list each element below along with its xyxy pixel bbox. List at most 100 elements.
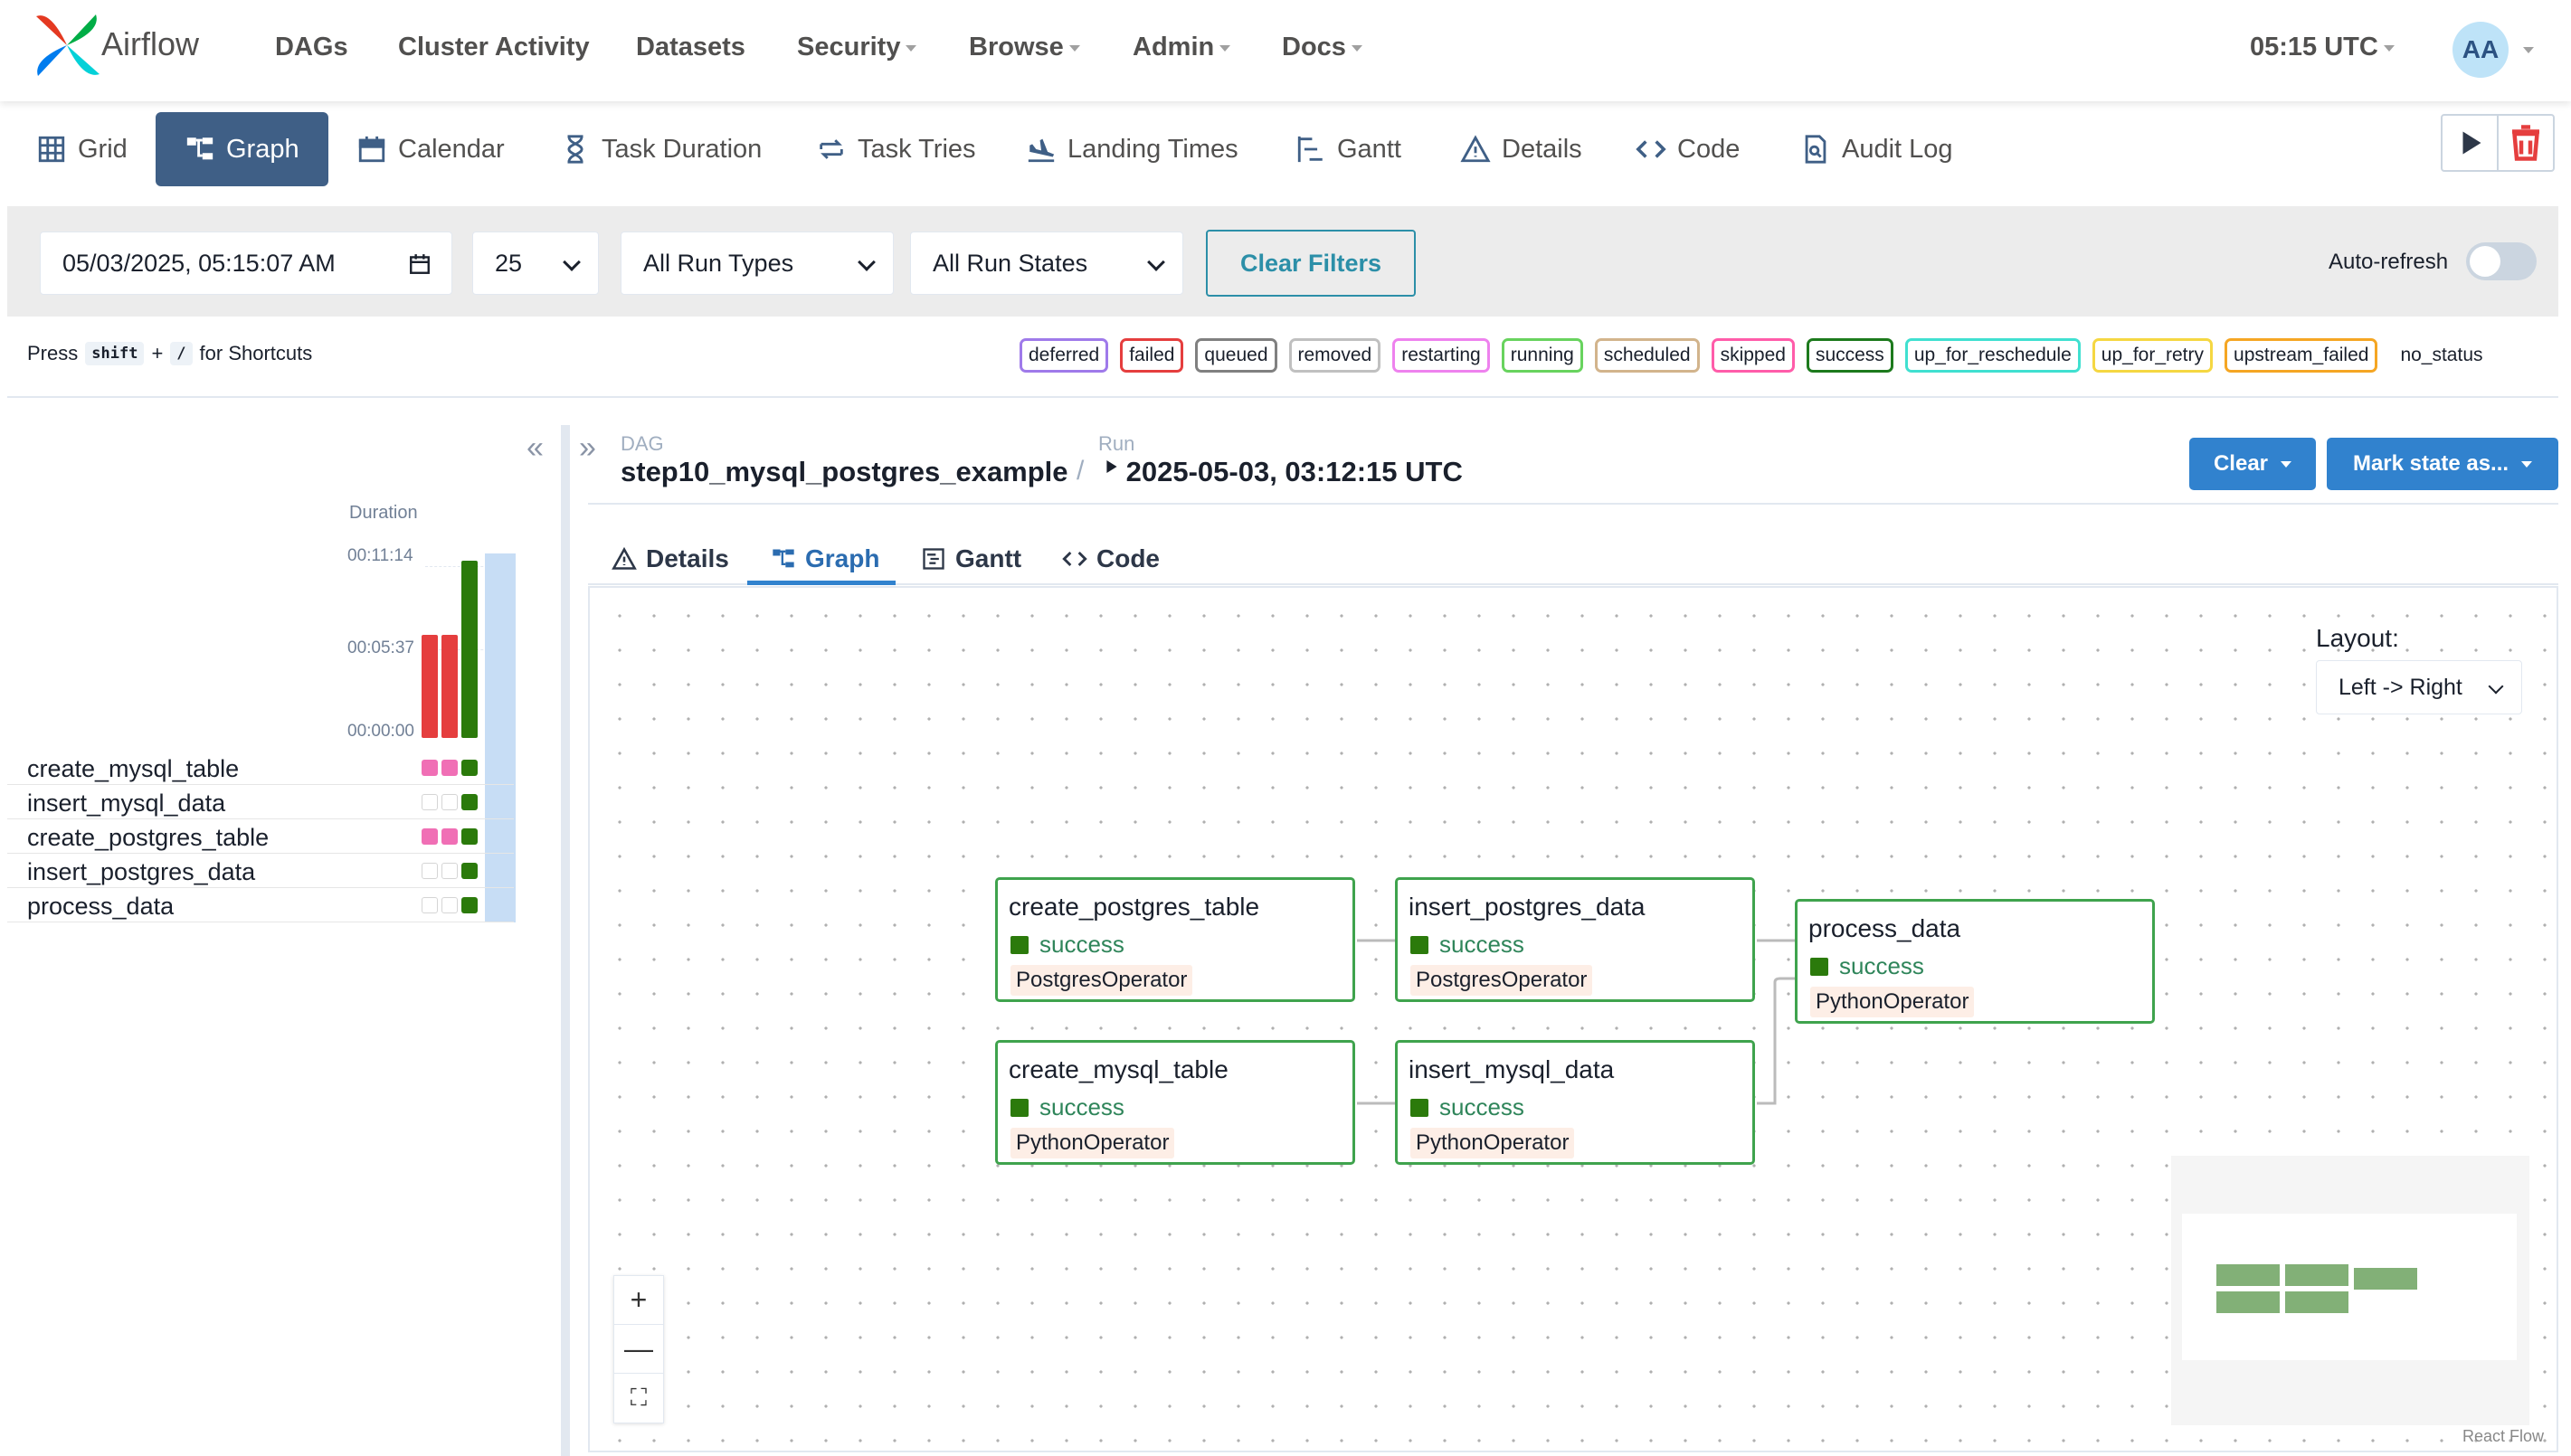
legend-up-for-reschedule[interactable]: up_for_reschedule <box>1904 338 2081 373</box>
task-node-process-data[interactable]: process_data success PythonOperator <box>1795 899 2155 1024</box>
clear-button[interactable]: Clear <box>2189 438 2316 490</box>
task-node-insert-mysql-data[interactable]: insert_mysql_data success PythonOperator <box>1395 1040 1755 1165</box>
graph-canvas[interactable]: Layout: Left -> Right create_postgres_ta… <box>588 586 2558 1452</box>
legend-failed[interactable]: failed <box>1120 338 1184 373</box>
task-instance-cell[interactable] <box>441 828 458 845</box>
task-row-name[interactable]: insert_postgres_data <box>27 858 255 886</box>
task-instance-cell[interactable] <box>461 794 478 810</box>
task-instance-cell[interactable] <box>461 863 478 879</box>
num-runs-value: 25 <box>495 249 523 277</box>
breadcrumb-dag-id[interactable]: step10_mysql_postgres_example <box>621 456 1068 488</box>
task-instance-cell[interactable] <box>461 760 478 776</box>
tab-audit-log[interactable]: Audit Log <box>1788 112 1966 186</box>
task-row[interactable]: insert_postgres_data <box>7 854 514 888</box>
task-instance-cell[interactable] <box>441 794 458 810</box>
task-instance-cell[interactable] <box>422 897 438 913</box>
zoom-in-button[interactable]: + <box>614 1276 663 1325</box>
react-flow-attribution[interactable]: React Flow <box>2462 1427 2544 1446</box>
utc-clock[interactable]: 05:15 UTC <box>2250 33 2395 62</box>
subtab-code[interactable]: Code <box>1062 532 1160 586</box>
legend-scheduled[interactable]: scheduled <box>1594 338 1700 373</box>
subtab-graph[interactable]: Graph <box>771 532 879 586</box>
expand-panel-icon[interactable]: » <box>579 430 596 466</box>
legend-queued[interactable]: queued <box>1195 338 1277 373</box>
task-instance-cell[interactable] <box>441 760 458 776</box>
legend-upstream-failed[interactable]: upstream_failed <box>2225 338 2378 373</box>
play-icon <box>2462 131 2481 155</box>
task-instance-cell[interactable] <box>422 760 438 776</box>
task-row-name[interactable]: insert_mysql_data <box>27 789 225 818</box>
subtab-label: Graph <box>805 544 880 572</box>
nav-admin[interactable]: Admin <box>1133 33 1231 62</box>
run-state-select[interactable]: All Run States <box>910 232 1183 295</box>
tab-gantt[interactable]: Gantt <box>1283 112 1414 186</box>
breadcrumb-run-id[interactable]: 2025-05-03, 03:12:15 UTC <box>1105 456 1463 488</box>
trigger-dag-button[interactable] <box>2441 114 2499 172</box>
task-instance-cell[interactable] <box>441 863 458 879</box>
mark-state-button[interactable]: Mark state as... <box>2327 438 2558 490</box>
brand-name[interactable]: Airflow <box>101 25 199 63</box>
task-row[interactable]: create_mysql_table <box>7 751 514 785</box>
tab-calendar[interactable]: Calendar <box>344 112 517 186</box>
task-row-name[interactable]: create_mysql_table <box>27 755 239 783</box>
num-runs-select[interactable]: 25 <box>472 232 599 295</box>
duration-tick: 00:05:37 <box>347 638 414 657</box>
legend-restarting[interactable]: restarting <box>1392 338 1490 373</box>
task-instance-cell[interactable] <box>461 897 478 913</box>
nav-security[interactable]: Security <box>797 33 917 62</box>
collapse-grid-icon[interactable]: « <box>527 430 544 466</box>
run-duration-bar[interactable] <box>422 635 438 738</box>
task-instance-cell[interactable] <box>422 863 438 879</box>
nav-docs[interactable]: Docs <box>1282 33 1362 62</box>
nav-datasets[interactable]: Datasets <box>636 33 745 62</box>
task-instance-cell[interactable] <box>461 828 478 845</box>
task-row[interactable]: create_postgres_table <box>7 819 514 854</box>
legend-success[interactable]: success <box>1806 338 1893 373</box>
delete-dag-button[interactable] <box>2497 114 2555 172</box>
task-row[interactable]: insert_mysql_data <box>7 785 514 819</box>
tab-task-tries[interactable]: Task Tries <box>803 112 989 186</box>
clear-filters-button[interactable]: Clear Filters <box>1206 230 1416 297</box>
airflow-logo-icon[interactable] <box>31 9 103 81</box>
tab-label: Gantt <box>1337 134 1401 164</box>
task-node-create-postgres-table[interactable]: create_postgres_table success PostgresOp… <box>995 877 1355 1002</box>
tab-grid[interactable]: Grid <box>24 112 140 186</box>
nav-browse[interactable]: Browse <box>969 33 1080 62</box>
user-avatar[interactable]: AA <box>2452 22 2509 78</box>
panel-resizer[interactable] <box>561 425 570 1456</box>
run-duration-bar[interactable] <box>441 635 458 738</box>
legend-removed[interactable]: removed <box>1288 338 1381 373</box>
task-instance-cell[interactable] <box>422 828 438 845</box>
graph-minimap[interactable] <box>2171 1156 2529 1425</box>
legend-deferred[interactable]: deferred <box>1020 338 1109 373</box>
run-type-select[interactable]: All Run Types <box>621 232 894 295</box>
calendar-icon[interactable] <box>408 252 432 276</box>
auto-refresh-toggle[interactable] <box>2466 242 2537 280</box>
legend-skipped[interactable]: skipped <box>1711 338 1795 373</box>
run-duration-bar[interactable] <box>461 561 478 738</box>
subtab-gantt[interactable]: Gantt <box>921 532 1021 586</box>
task-row[interactable]: process_data <box>7 888 514 922</box>
task-node-create-mysql-table[interactable]: create_mysql_table success PythonOperato… <box>995 1040 1355 1165</box>
subtab-details[interactable]: Details <box>612 532 729 586</box>
tab-graph[interactable]: Graph <box>156 112 328 186</box>
state-square <box>1010 935 1029 954</box>
nav-cluster-activity[interactable]: Cluster Activity <box>398 33 590 62</box>
legend-running[interactable]: running <box>1501 338 1583 373</box>
tab-task-duration[interactable]: Task Duration <box>547 112 774 186</box>
tab-details[interactable]: Details <box>1447 112 1595 186</box>
layout-select[interactable]: Left -> Right <box>2316 660 2522 714</box>
task-node-insert-postgres-data[interactable]: insert_postgres_data success PostgresOpe… <box>1395 877 1755 1002</box>
legend-up-for-retry[interactable]: up_for_retry <box>2092 338 2214 373</box>
legend-no-status[interactable]: no_status <box>2389 341 2482 370</box>
tab-landing-times[interactable]: Landing Times <box>1013 112 1251 186</box>
fit-view-button[interactable]: ⛶ <box>614 1374 663 1423</box>
task-instance-cell[interactable] <box>441 897 458 913</box>
task-instance-cell[interactable] <box>422 794 438 810</box>
nav-dags[interactable]: DAGs <box>275 33 348 62</box>
tab-code[interactable]: Code <box>1623 112 1752 186</box>
task-row-name[interactable]: create_postgres_table <box>27 824 269 852</box>
zoom-out-button[interactable]: — <box>614 1325 663 1374</box>
base-date-input[interactable]: 05/03/2025, 05:15:07 AM <box>40 232 452 295</box>
task-row-name[interactable]: process_data <box>27 893 174 921</box>
